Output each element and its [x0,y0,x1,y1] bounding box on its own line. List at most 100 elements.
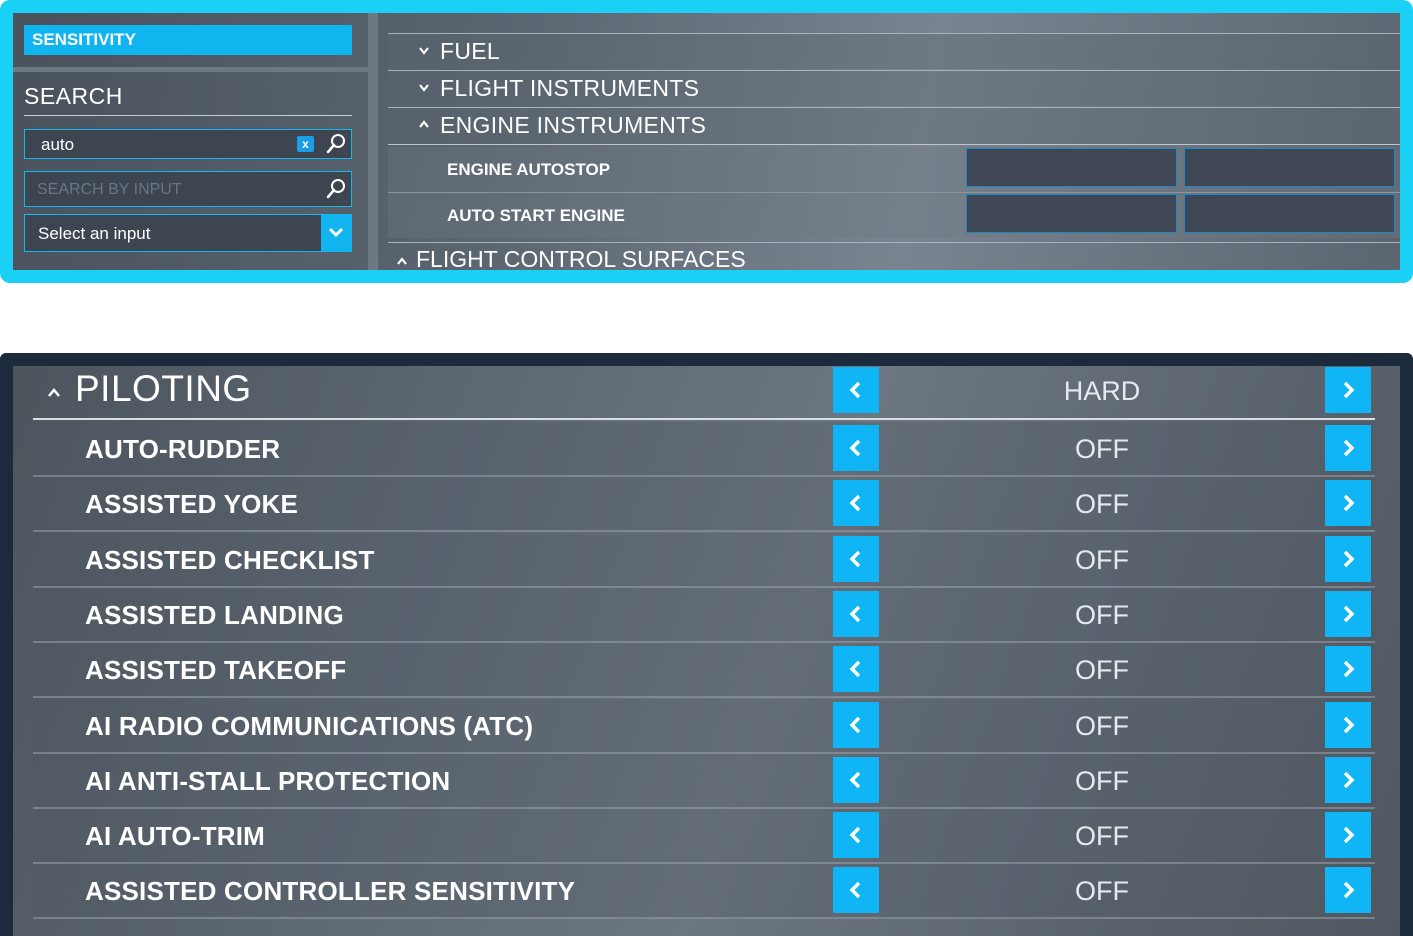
option-label: AI AUTO-TRIM [85,821,266,851]
option-value: OFF [1075,876,1129,906]
option-label: AI ANTI-STALL PROTECTION [85,766,451,796]
section-value: HARD [1063,376,1141,406]
chevron-down-icon [419,84,429,92]
section-header-piloting[interactable]: PILOTING HARD [33,366,1375,420]
next-option-button[interactable] [1325,591,1371,637]
category-fuel[interactable]: FUEL [388,33,1400,69]
option-row: ASSISTED YOKE OFF [33,477,1375,532]
chevron-up-icon [419,120,429,128]
previous-option-button[interactable] [833,867,879,913]
option-row: AI AUTO-TRIM OFF [33,809,1375,864]
option-label: ASSISTED CONTROLLER SENSITIVITY [85,876,576,906]
option-row: AUTO-RUDDER OFF [33,422,1375,477]
option-row: ASSISTED CHECKLIST OFF [33,533,1375,588]
search-icon[interactable] [325,178,347,200]
previous-option-button[interactable] [833,536,879,582]
category-label: FLIGHT CONTROL SURFACES [416,246,746,270]
search-sidebar: SENSITIVITY SEARCH auto x SEARCH BY INPU… [13,13,368,270]
clear-search-button[interactable]: x [297,136,314,152]
primary-binding-slot[interactable] [966,148,1177,187]
previous-option-button[interactable] [833,367,879,413]
option-value: OFF [1075,711,1129,741]
option-row: AI RADIO COMMUNICATIONS (ATC) OFF [33,699,1375,754]
next-option-button[interactable] [1325,480,1371,526]
chevron-left-icon [849,439,861,457]
chevron-right-icon [1343,381,1355,399]
previous-option-button[interactable] [833,702,879,748]
option-label: ASSISTED TAKEOFF [85,655,347,685]
next-option-button[interactable] [1325,702,1371,748]
chevron-right-icon [1343,660,1355,678]
chevron-left-icon [849,716,861,734]
binding-label: ENGINE AUTOSTOP [447,160,611,179]
category-label: ENGINE INSTRUMENTS [440,112,707,138]
previous-option-button[interactable] [833,646,879,692]
previous-option-button[interactable] [833,425,879,471]
chevron-up-icon [397,257,407,265]
secondary-binding-slot[interactable] [1184,148,1395,187]
controls-panel-frame: SENSITIVITY SEARCH auto x SEARCH BY INPU… [0,0,1413,283]
category-flight-control-surfaces[interactable]: FLIGHT CONTROL SURFACES [388,242,1400,270]
secondary-binding-slot[interactable] [1184,194,1395,233]
primary-binding-slot[interactable] [966,194,1177,233]
option-value: OFF [1075,489,1129,519]
previous-option-button[interactable] [833,480,879,526]
binding-row-engine-autostop: ENGINE AUTOSTOP [388,147,1400,193]
sensitivity-tab[interactable]: SENSITIVITY [24,25,352,55]
option-value: OFF [1075,434,1129,464]
search-by-input-placeholder: SEARCH BY INPUT [37,181,182,198]
previous-option-button[interactable] [833,591,879,637]
select-input-dropdown[interactable]: Select an input [24,214,352,252]
category-flight-instruments[interactable]: FLIGHT INSTRUMENTS [388,70,1400,106]
next-option-button[interactable] [1325,646,1371,692]
chevron-left-icon [849,381,861,399]
search-heading: SEARCH [24,83,123,109]
divider [24,115,352,116]
section-title: PILOTING [75,368,252,409]
chevron-left-icon [849,881,861,899]
search-by-input-field[interactable]: SEARCH BY INPUT [24,171,352,207]
chevron-left-icon [849,771,861,789]
option-label: AI RADIO COMMUNICATIONS (ATC) [85,711,534,741]
next-option-button[interactable] [1325,812,1371,858]
search-input-value[interactable]: auto [41,135,74,155]
option-row: AI ANTI-STALL PROTECTION OFF [33,754,1375,809]
assistance-panel-frame: PILOTING HARD AUTO-RUDDER OFF ASSISTED Y… [0,353,1413,936]
option-label: ASSISTED YOKE [85,489,299,519]
divider [13,67,368,72]
controls-list: FUEL FLIGHT INSTRUMENTS ENGINE INSTRUMEN… [388,13,1400,270]
chevron-left-icon [849,494,861,512]
next-option-button[interactable] [1325,367,1371,413]
option-value: OFF [1075,766,1129,796]
next-option-button[interactable] [1325,536,1371,582]
category-label: FLIGHT INSTRUMENTS [440,75,700,101]
option-label: ASSISTED LANDING [85,600,344,630]
dropdown-button[interactable] [321,215,351,251]
category-engine-instruments[interactable]: ENGINE INSTRUMENTS [388,107,1400,145]
next-option-button[interactable] [1325,757,1371,803]
option-value: OFF [1075,600,1129,630]
option-row: ASSISTED LANDING OFF [33,588,1375,643]
next-option-button[interactable] [1325,425,1371,471]
chevron-right-icon [1343,605,1355,623]
option-value: OFF [1075,655,1129,685]
chevron-left-icon [849,605,861,623]
binding-row-auto-start-engine: AUTO START ENGINE [388,193,1400,238]
chevron-right-icon [1343,716,1355,734]
search-input[interactable]: auto x [24,129,352,159]
option-row: ASSISTED CONTROLLER SENSITIVITY OFF [33,864,1375,919]
option-row: ASSISTED TAKEOFF OFF [33,643,1375,698]
previous-option-button[interactable] [833,812,879,858]
chevron-right-icon [1343,826,1355,844]
column-divider [368,13,378,270]
chevron-left-icon [849,826,861,844]
assistance-panel: PILOTING HARD AUTO-RUDDER OFF ASSISTED Y… [13,366,1400,936]
option-value: OFF [1075,545,1129,575]
chevron-right-icon [1343,550,1355,568]
chevron-down-icon [328,227,344,238]
category-label: FUEL [440,38,500,64]
search-icon[interactable] [325,133,347,155]
select-input-value: Select an input [38,224,151,243]
previous-option-button[interactable] [833,757,879,803]
next-option-button[interactable] [1325,867,1371,913]
